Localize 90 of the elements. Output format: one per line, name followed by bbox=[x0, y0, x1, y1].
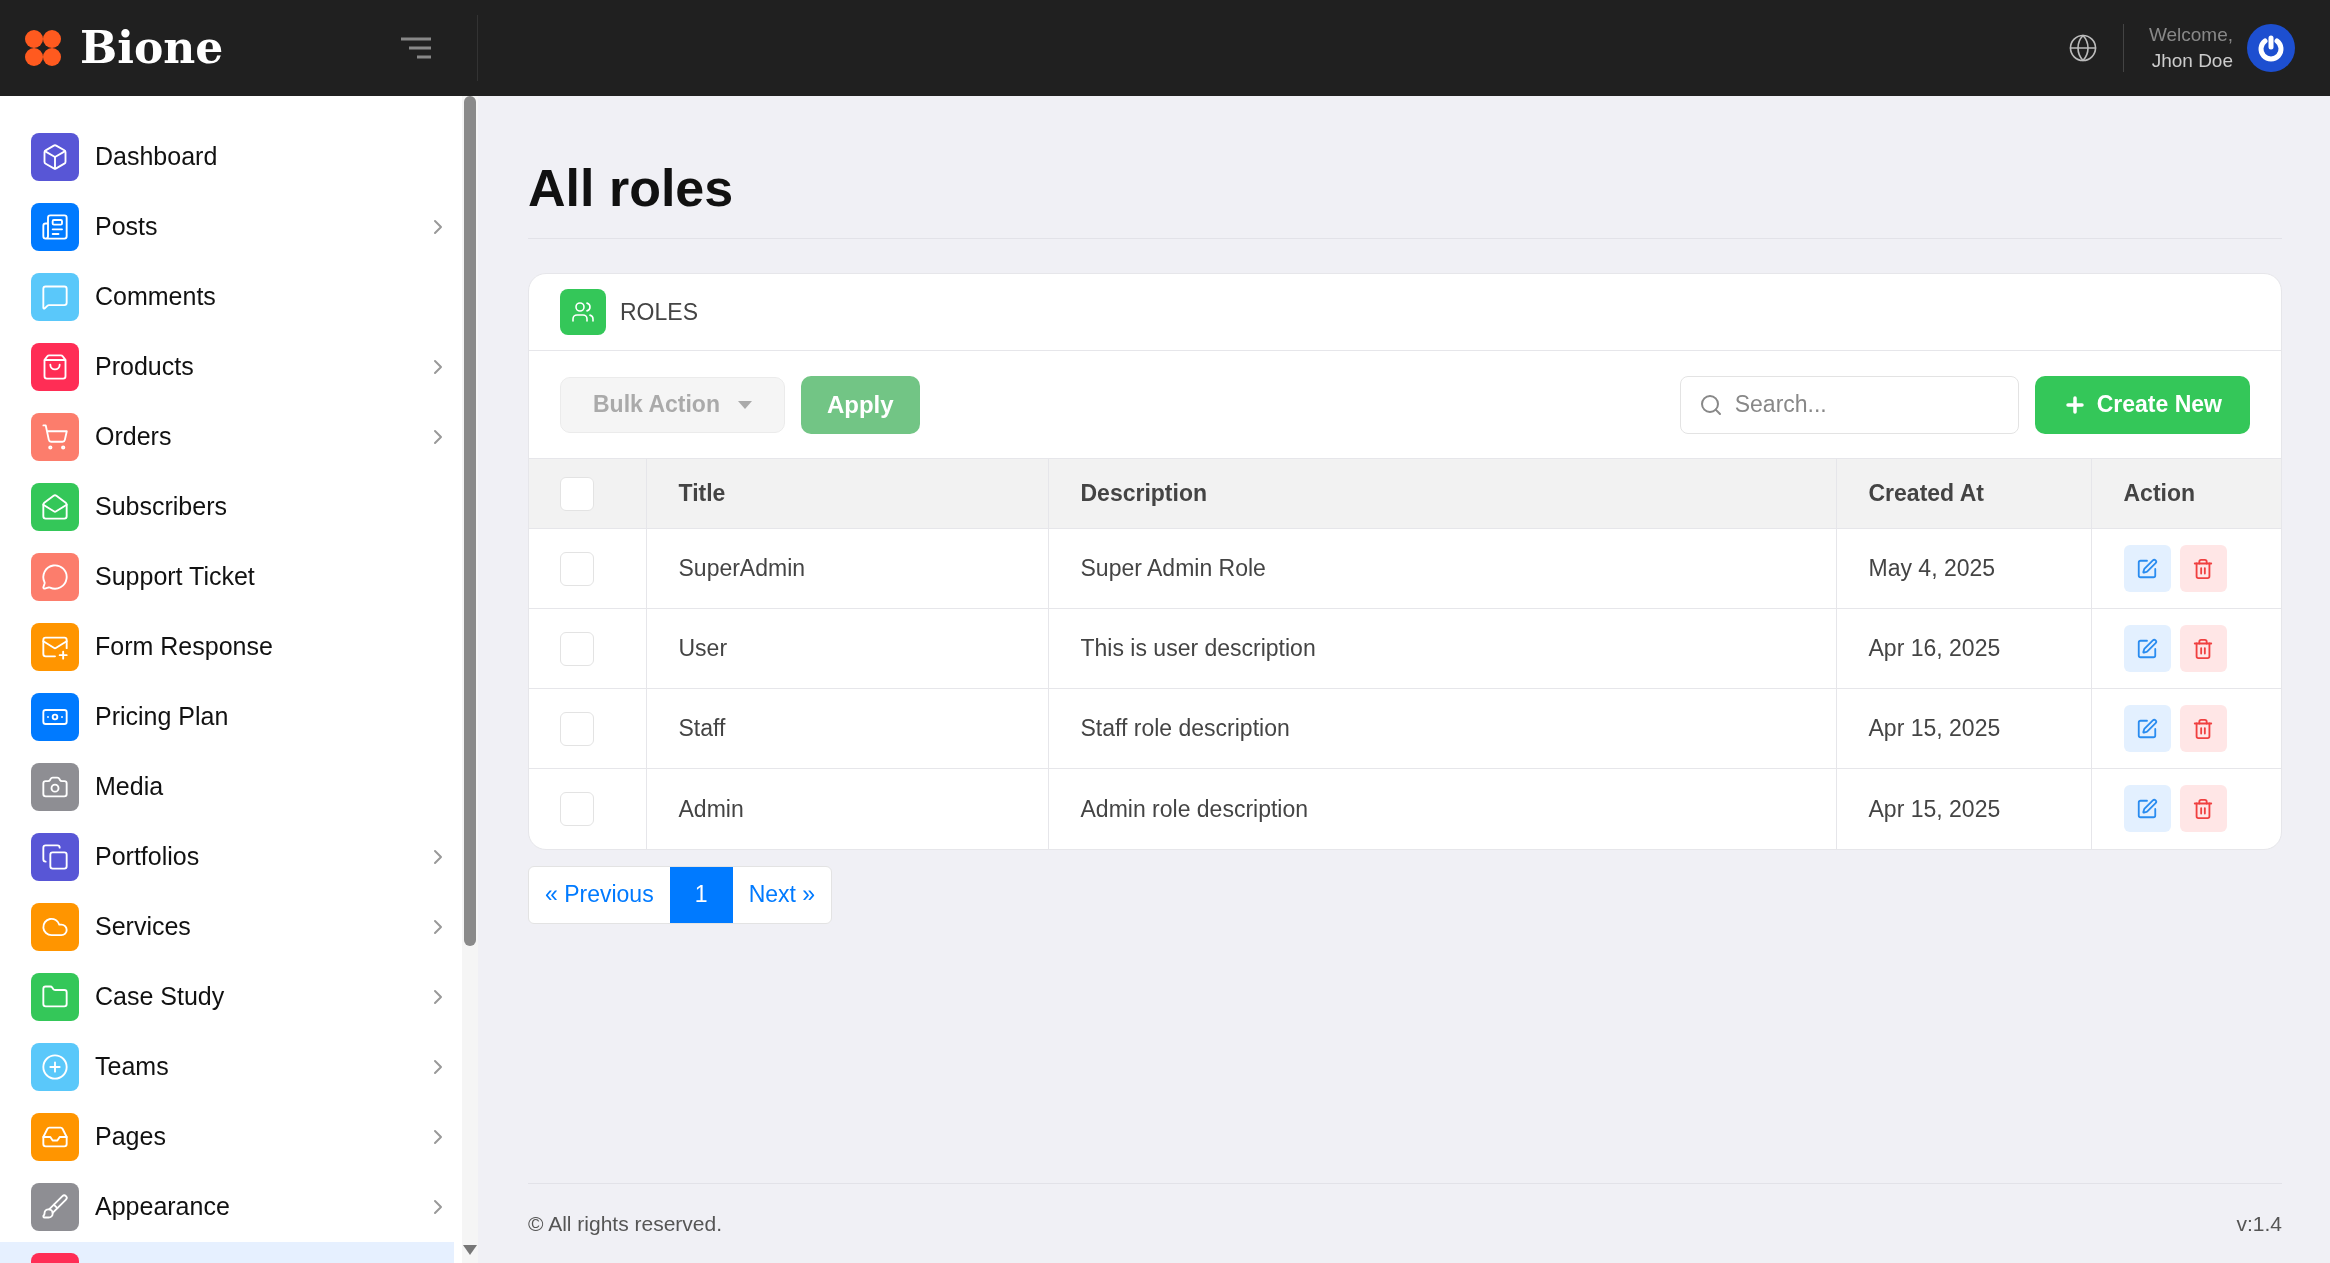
checkbox[interactable] bbox=[560, 791, 594, 826]
page-button[interactable]: 1 bbox=[669, 866, 733, 923]
table-cell: Staff bbox=[678, 715, 726, 742]
sidebar-label: Products bbox=[95, 351, 194, 383]
edit-button[interactable] bbox=[2123, 625, 2171, 672]
sidebar-label: Pricing Plan bbox=[95, 701, 229, 733]
version-text: v:1.4 bbox=[2236, 1210, 2282, 1237]
sidebar-label: Support Ticket bbox=[95, 561, 255, 593]
search-input[interactable]: Search... bbox=[1734, 387, 2000, 422]
user-name: Jhon Doe bbox=[2151, 49, 2233, 73]
sidebar-label: Dashboard bbox=[95, 141, 218, 173]
edit-icon bbox=[2136, 717, 2158, 740]
sidebar-label: Teams bbox=[95, 1051, 169, 1083]
sidebar-label: Subscribers bbox=[95, 491, 227, 523]
brand-name: Bione bbox=[80, 21, 224, 75]
copyright-text: © All rights reserved. bbox=[528, 1210, 723, 1237]
header-cell: Title bbox=[646, 458, 1048, 529]
edit-button[interactable] bbox=[2123, 705, 2171, 752]
sidebar-label: Pages bbox=[95, 1121, 166, 1153]
trash-icon bbox=[2192, 557, 2214, 580]
header-cell: Created At bbox=[1836, 458, 2091, 529]
search-icon bbox=[1698, 392, 1723, 417]
edit-button[interactable] bbox=[2123, 785, 2171, 833]
sidebar-item[interactable]: Pages bbox=[0, 1102, 454, 1172]
edit-button[interactable] bbox=[2123, 545, 2171, 592]
table-cell: User bbox=[678, 635, 728, 662]
sidebar-item[interactable]: Form Response bbox=[0, 612, 454, 682]
edit-icon bbox=[2136, 557, 2158, 580]
sidebar-label: Services bbox=[95, 911, 191, 943]
menu-icon[interactable] bbox=[399, 36, 433, 60]
table-cell: Staff role description bbox=[1080, 715, 1290, 742]
table-cell: Super Admin Role bbox=[1080, 555, 1266, 582]
table-cell: Apr 15, 2025 bbox=[1868, 795, 2001, 822]
sidebar-item[interactable]: Orders bbox=[0, 402, 454, 472]
search-field[interactable]: Search... bbox=[1679, 375, 2019, 434]
table-cell: SuperAdmin bbox=[678, 555, 806, 582]
trash-icon bbox=[2192, 717, 2214, 740]
table-cell: Admin role description bbox=[1080, 795, 1309, 822]
sidebar-label: Case Study bbox=[95, 981, 225, 1013]
sidebar-label: Comments bbox=[95, 281, 216, 313]
delete-button[interactable] bbox=[2179, 625, 2227, 672]
sidebar-item[interactable]: Comments bbox=[0, 262, 454, 332]
caret-icon bbox=[737, 400, 752, 409]
scroll-down-arrow-icon[interactable] bbox=[463, 1245, 477, 1255]
page-title: All roles bbox=[528, 158, 735, 219]
sidebar-item[interactable]: Subscribers bbox=[0, 472, 454, 542]
trash-icon bbox=[2192, 637, 2214, 660]
card-title: ROLES bbox=[620, 297, 698, 327]
sidebar-item[interactable]: Services bbox=[0, 892, 454, 962]
sidebar-label: Media bbox=[95, 771, 164, 803]
sidebar-label: Appearance bbox=[95, 1191, 230, 1223]
sidebar-label: Form Response bbox=[95, 631, 273, 663]
header-cell: Action bbox=[2091, 458, 2281, 529]
logo-icon bbox=[24, 29, 62, 67]
sidebar-item[interactable]: Portfolios bbox=[0, 822, 454, 892]
sidebar-label: Posts bbox=[95, 211, 158, 243]
users-icon bbox=[560, 289, 606, 335]
delete-button[interactable] bbox=[2179, 785, 2227, 833]
globe-icon[interactable] bbox=[2067, 33, 2098, 63]
checkbox[interactable] bbox=[560, 551, 594, 586]
sidebar-item[interactable]: Case Study bbox=[0, 962, 454, 1032]
delete-button[interactable] bbox=[2179, 545, 2227, 592]
sidebar-item[interactable]: Support Ticket bbox=[0, 542, 454, 612]
sidebar-item[interactable]: Products bbox=[0, 332, 454, 402]
sidebar-label: Orders bbox=[95, 421, 172, 453]
table-cell: Apr 16, 2025 bbox=[1868, 635, 2001, 662]
checkbox[interactable] bbox=[560, 711, 594, 746]
sidebar-label: Portfolios bbox=[95, 841, 200, 873]
power-avatar-icon[interactable] bbox=[2247, 24, 2295, 72]
sidebar-item[interactable]: Appearance bbox=[0, 1172, 454, 1242]
scrollbar-thumb[interactable] bbox=[464, 96, 476, 946]
table-cell: Admin bbox=[678, 795, 744, 822]
table-cell: This is user description bbox=[1080, 635, 1316, 662]
checkbox[interactable] bbox=[560, 631, 594, 666]
table-cell: Apr 15, 2025 bbox=[1868, 715, 2001, 742]
previous-link[interactable]: « Previous bbox=[529, 866, 670, 923]
next-link[interactable]: Next » bbox=[732, 866, 832, 923]
edit-icon bbox=[2136, 637, 2158, 660]
sidebar-item[interactable]: Teams bbox=[0, 1032, 454, 1102]
sidebar-item[interactable]: Pricing Plan bbox=[0, 682, 454, 752]
sidebar-item[interactable]: Dashboard bbox=[0, 122, 454, 192]
delete-button[interactable] bbox=[2179, 705, 2227, 752]
sidebar-item[interactable]: Posts bbox=[0, 192, 454, 262]
table-cell: May 4, 2025 bbox=[1868, 555, 1996, 582]
header-cell: Description bbox=[1048, 458, 1836, 529]
checkbox[interactable] bbox=[560, 476, 594, 511]
welcome-text: Welcome, bbox=[2148, 23, 2233, 47]
trash-icon bbox=[2192, 797, 2214, 820]
edit-icon bbox=[2136, 797, 2158, 820]
sidebar-item[interactable]: Media bbox=[0, 752, 454, 822]
